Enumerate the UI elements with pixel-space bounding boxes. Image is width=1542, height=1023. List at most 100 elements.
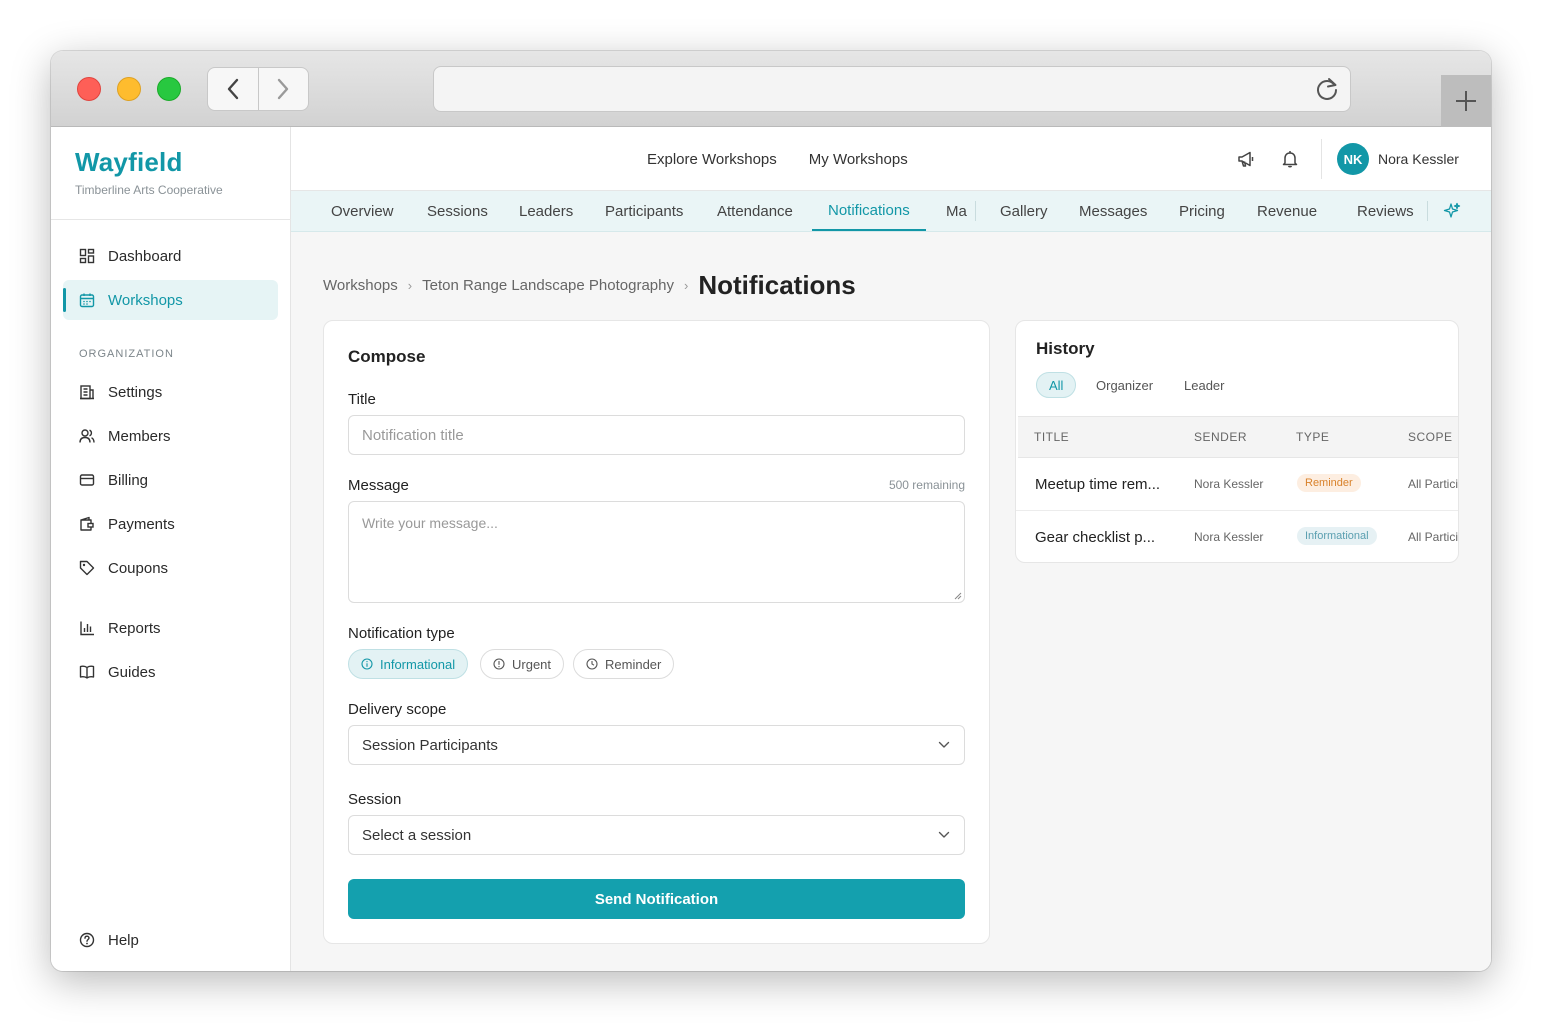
page-title: Notifications [698,270,856,300]
nav-link-explore-workshops[interactable]: Explore Workshops [647,151,777,168]
book-icon [79,664,95,680]
column-header: SENDER [1194,430,1248,444]
sidebar-item-settings[interactable]: Settings [63,372,278,412]
sidebar-item-dashboard[interactable]: Dashboard [63,236,278,276]
tab-gallery[interactable]: Gallery [984,191,1064,231]
history-card: History All Organizer Leader TITLE SENDE… [1015,320,1459,563]
brand-logo[interactable]: Wayfield [75,147,183,178]
sidebar-section-label: ORGANIZATION [79,348,174,360]
table-row[interactable]: Meetup time rem... Nora Kessler Reminder… [1016,458,1458,511]
minimize-window-button[interactable] [117,77,141,101]
alert-circle-icon [493,658,505,670]
send-notification-button[interactable]: Send Notification [348,879,965,919]
tab-revenue[interactable]: Revenue [1241,191,1333,231]
title-label: Title [348,391,376,408]
user-name[interactable]: Nora Kessler [1378,151,1459,167]
sidebar-item-label: Billing [108,471,149,489]
sidebar-item-label: Dashboard [108,247,182,265]
tab-notifications[interactable]: Notifications [812,191,926,231]
sidebar-item-payments[interactable]: Payments [63,504,278,544]
compose-heading: Compose [348,347,426,366]
info-icon [361,658,373,670]
avatar[interactable]: NK [1337,143,1369,175]
tab-ma[interactable]: Ma [930,191,967,231]
type-chip-reminder[interactable]: Reminder [573,649,675,679]
sidebar-item-label: Help [108,931,139,949]
chevron-down-icon [938,741,950,748]
select-value: Session Participants [362,736,498,754]
sidebar-item-reports[interactable]: Reports [63,608,278,648]
type-chip-informational[interactable]: Informational [348,649,469,679]
row-sender: Nora Kessler [1194,530,1264,544]
filter-all[interactable]: All [1036,372,1077,398]
tab-attendance[interactable]: Attendance [701,191,809,231]
message-textarea[interactable]: Write your message... [348,501,965,603]
notification-type-label: Notification type [348,625,455,642]
sidebar-item-help[interactable]: Help [63,920,278,960]
breadcrumb-workshops[interactable]: Workshops [323,277,398,294]
sidebar-item-billing[interactable]: Billing [63,460,278,500]
resize-grip-icon[interactable] [954,592,962,600]
tab-pricing[interactable]: Pricing [1163,191,1241,231]
sparkle-icon[interactable] [1443,202,1461,220]
session-label: Session [348,791,402,808]
tab-separator [1427,201,1428,221]
back-button[interactable] [208,68,258,110]
browser-window: Wayfield Timberline Arts Cooperative Das… [51,51,1491,971]
tag-icon [79,560,95,576]
session-select[interactable]: Select a session [348,815,965,855]
reload-icon[interactable] [1314,76,1340,102]
tab-sessions[interactable]: Sessions [411,191,504,231]
row-sender: Nora Kessler [1194,477,1264,491]
row-scope: All Partici [1408,530,1459,544]
tab-participants[interactable]: Participants [589,191,699,231]
message-label: Message [348,477,409,494]
main-content: Workshops › Teton Range Landscape Photog… [291,232,1491,971]
row-title: Meetup time rem... [1035,476,1161,493]
filter-organizer[interactable]: Organizer [1084,372,1165,398]
tab-messages[interactable]: Messages [1063,191,1163,231]
type-badge: Informational [1297,527,1377,545]
new-tab-button[interactable] [1441,75,1491,127]
address-bar[interactable] [433,66,1351,112]
nav-link-my-workshops[interactable]: My Workshops [809,151,908,168]
row-title: Gear checklist p... [1035,529,1156,546]
sidebar-item-label: Coupons [108,559,169,577]
megaphone-icon[interactable] [1236,149,1256,169]
sidebar-item-workshops[interactable]: Workshops [63,280,278,320]
tab-leaders[interactable]: Leaders [503,191,589,231]
sidebar-item-guides[interactable]: Guides [63,652,278,692]
grid-icon [79,248,95,264]
chip-label: Reminder [605,656,662,672]
select-value: Select a session [362,826,472,844]
zoom-window-button[interactable] [157,77,181,101]
chevron-right-icon: › [683,278,689,293]
users-icon [79,428,95,444]
sidebar-item-label: Members [108,427,171,445]
column-header: TITLE [1034,430,1070,444]
sidebar-item-members[interactable]: Members [63,416,278,456]
delivery-scope-label: Delivery scope [348,701,447,718]
filter-leader[interactable]: Leader [1172,372,1236,398]
table-row[interactable]: Gear checklist p... Nora Kessler Informa… [1016,511,1459,562]
breadcrumb-workshop[interactable]: Teton Range Landscape Photography [422,277,674,294]
column-header: SCOPE [1408,430,1453,444]
tab-reviews[interactable]: Reviews [1341,191,1430,231]
type-badge: Reminder [1297,474,1361,492]
browser-toolbar [51,51,1491,127]
sidebar-item-label: Guides [108,663,156,681]
organization-name: Timberline Arts Cooperative [75,183,223,197]
history-nav [207,67,309,111]
help-circle-icon [79,932,95,948]
sidebar-item-label: Reports [108,619,161,637]
calendar-icon [79,292,95,308]
sidebar: Wayfield Timberline Arts Cooperative Das… [51,127,291,971]
close-window-button[interactable] [77,77,101,101]
title-input[interactable]: Notification title [348,415,965,455]
delivery-scope-select[interactable]: Session Participants [348,725,965,765]
type-chip-urgent[interactable]: Urgent [480,649,565,679]
sidebar-item-coupons[interactable]: Coupons [63,548,278,588]
bell-icon[interactable] [1280,149,1300,169]
forward-button[interactable] [257,68,308,110]
tab-overview[interactable]: Overview [315,191,410,231]
